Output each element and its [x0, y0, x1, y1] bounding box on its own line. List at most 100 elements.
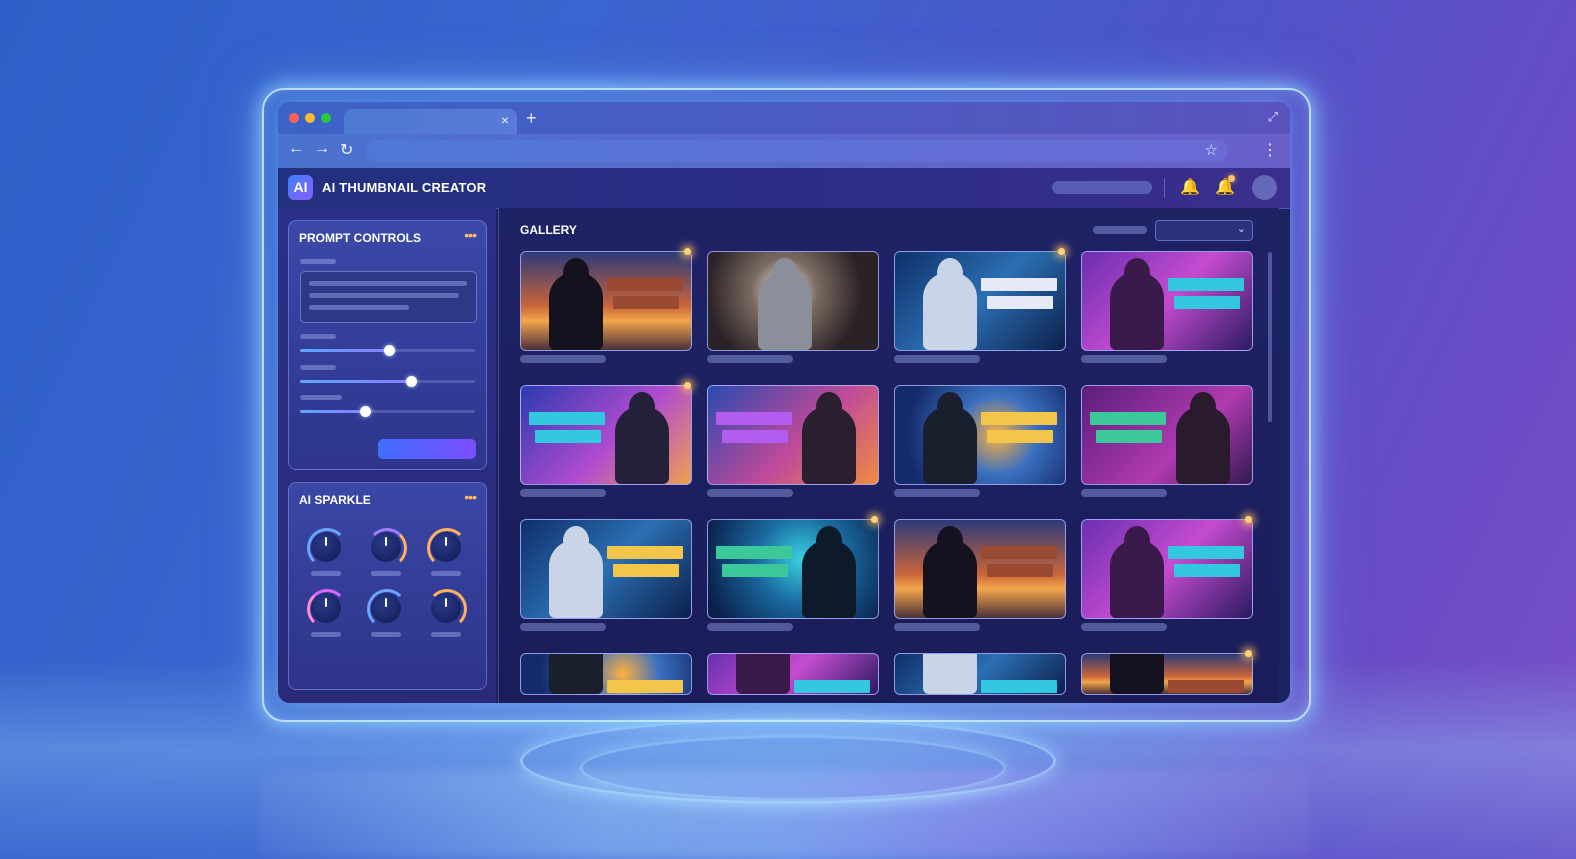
- thumbnail-title-bar: [981, 546, 1057, 559]
- close-window-dot[interactable]: [289, 113, 299, 123]
- knob-ring: [307, 589, 347, 629]
- thumbnail-subtitle-bar: [1096, 430, 1162, 443]
- new-tab-button[interactable]: +: [526, 108, 537, 129]
- thumbnail-card[interactable]: [1081, 519, 1253, 619]
- navigation-bar: ← → ↻ ☆ ⋮: [278, 134, 1290, 168]
- thumbnail-title-bar: [981, 680, 1057, 693]
- knob-label: [431, 632, 461, 637]
- thumbnail-card[interactable]: [707, 251, 879, 351]
- header-search-placeholder[interactable]: [1052, 181, 1152, 194]
- thumbnail-card[interactable]: [894, 251, 1066, 351]
- sort-dropdown[interactable]: ⌄: [1155, 220, 1253, 241]
- generate-button[interactable]: [378, 439, 476, 459]
- slider-handle[interactable]: [406, 376, 417, 387]
- thumbnail-card[interactable]: [707, 385, 879, 485]
- thumbnail-caption-placeholder: [894, 623, 980, 631]
- thumbnail-card[interactable]: [707, 519, 879, 619]
- sparkle-knob[interactable]: [367, 589, 407, 629]
- bell-icon[interactable]: 🔔: [1180, 177, 1200, 197]
- thumbnail-card[interactable]: [894, 519, 1066, 619]
- slider-track[interactable]: [300, 376, 475, 387]
- thumbnail-card[interactable]: [894, 385, 1066, 485]
- gallery-title: GALLERY: [520, 223, 577, 237]
- thumbnail-card[interactable]: [894, 653, 1066, 695]
- sparkle-indicator: [1245, 516, 1252, 523]
- address-bar[interactable]: ☆: [366, 140, 1228, 162]
- browser-menu-icon[interactable]: ⋮: [1262, 140, 1278, 160]
- thumbnail-card[interactable]: [1081, 653, 1253, 695]
- light-ring: [580, 735, 1006, 801]
- scrollbar[interactable]: [1268, 252, 1272, 422]
- thumbnail-title-bar: [1168, 680, 1244, 693]
- thumbnail-title-bar: [1168, 546, 1244, 559]
- slider-track[interactable]: [300, 406, 475, 417]
- avatar[interactable]: [1252, 175, 1277, 200]
- minimize-window-dot[interactable]: [305, 113, 315, 123]
- sparkle-indicator: [1245, 650, 1252, 657]
- maximize-window-dot[interactable]: [321, 113, 331, 123]
- thumbnail-title-bar: [607, 680, 683, 693]
- slider-fill: [300, 380, 411, 383]
- figure-head: [563, 258, 589, 288]
- thumbnail-title-bar: [1168, 278, 1244, 291]
- text-line: [309, 305, 409, 310]
- fullscreen-icon[interactable]: ⤢: [1268, 109, 1278, 125]
- slider-handle[interactable]: [384, 345, 395, 356]
- sparkle-knob[interactable]: [427, 589, 467, 629]
- thumbnail-card[interactable]: [520, 653, 692, 695]
- knob-ring: [427, 589, 467, 629]
- app-title: AI THUMBNAIL CREATOR: [322, 180, 487, 195]
- woman-headphones-figure: [736, 654, 790, 694]
- reload-icon[interactable]: ↻: [340, 140, 353, 160]
- knob-pointer: [385, 537, 387, 546]
- browser-tab[interactable]: ×: [344, 109, 517, 134]
- slider-track[interactable]: [300, 345, 475, 356]
- thumbnail-title-bar: [607, 546, 683, 559]
- figure-head: [816, 392, 842, 422]
- thumbnail-card[interactable]: [520, 251, 692, 351]
- sparkle-knob[interactable]: [427, 528, 467, 568]
- sparkle-knob[interactable]: [307, 528, 347, 568]
- figure-head: [629, 392, 655, 422]
- more-options-icon[interactable]: •••: [464, 227, 477, 243]
- thumbnail-card[interactable]: [1081, 251, 1253, 351]
- thumbnail-title-bar: [529, 412, 605, 425]
- figure-head: [772, 258, 798, 288]
- more-options-icon[interactable]: •••: [464, 489, 477, 505]
- knob-pointer: [445, 537, 447, 546]
- tab-close-icon[interactable]: ×: [501, 112, 509, 128]
- thumbnail-caption-placeholder: [894, 355, 980, 363]
- text-line: [309, 293, 459, 298]
- knob-pointer: [385, 598, 387, 607]
- figure-head: [937, 526, 963, 556]
- prompt-textarea[interactable]: [300, 271, 477, 323]
- knob-label: [371, 571, 401, 576]
- gallery-area: GALLERY ⌄: [498, 208, 1279, 703]
- sort-label-placeholder: [1093, 226, 1147, 234]
- thumbnail-title-bar: [716, 412, 792, 425]
- thumbnail-caption-placeholder: [1081, 489, 1167, 497]
- back-icon[interactable]: ←: [288, 140, 304, 158]
- forward-icon[interactable]: →: [314, 140, 330, 158]
- slider-handle[interactable]: [360, 406, 371, 417]
- thumbnail-title-bar: [981, 278, 1057, 291]
- sparkle-knob[interactable]: [307, 589, 347, 629]
- thumbnail-card[interactable]: [520, 385, 692, 485]
- figure-head: [1124, 526, 1150, 556]
- astronaut-figure: [549, 654, 603, 694]
- knob-pointer: [445, 598, 447, 607]
- thumbnail-subtitle-bar: [722, 564, 788, 577]
- sparkle-knob[interactable]: [367, 528, 407, 568]
- thumbnail-card[interactable]: [520, 519, 692, 619]
- thumbnail-caption-placeholder: [894, 489, 980, 497]
- thumbnail-card[interactable]: [707, 653, 879, 695]
- bookmark-star-icon[interactable]: ☆: [1205, 141, 1218, 159]
- slider-label: [300, 365, 336, 370]
- figure-head: [1190, 392, 1216, 422]
- sparkle-indicator: [871, 516, 878, 523]
- prompt-controls-title: PROMPT CONTROLS: [299, 231, 421, 245]
- app-logo: AI: [288, 175, 313, 200]
- thumbnail-card[interactable]: [1081, 385, 1253, 485]
- thumbnail-subtitle-bar: [535, 430, 601, 443]
- thumbnail-caption-placeholder: [707, 623, 793, 631]
